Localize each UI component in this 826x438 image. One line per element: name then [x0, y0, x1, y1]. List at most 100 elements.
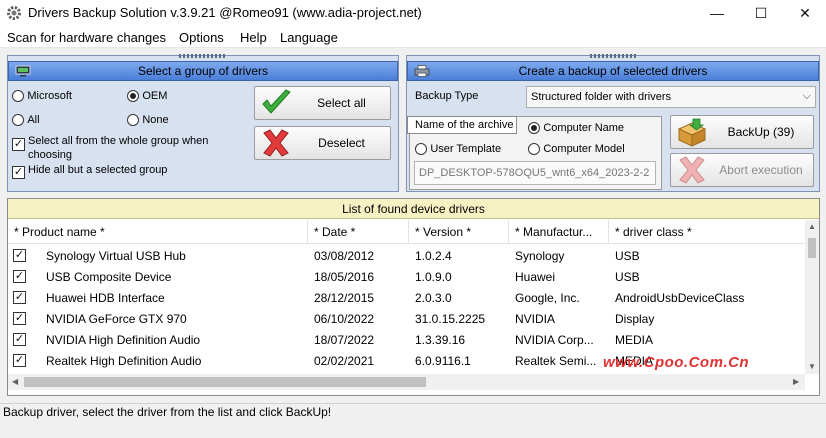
cell-product: Realtek High Definition Audio — [46, 353, 202, 368]
radio-button[interactable] — [127, 113, 139, 126]
row-checkbox[interactable]: ✓ — [13, 270, 26, 283]
driver-list-title-bar: List of found device drivers — [8, 199, 819, 219]
radio-oem[interactable]: OEM — [127, 88, 167, 102]
cell-product: NVIDIA High Definition Audio — [46, 332, 201, 347]
radio-button[interactable] — [528, 121, 540, 134]
row-checkbox[interactable]: ✓ — [13, 312, 26, 325]
cell-class: MEDIA — [615, 332, 654, 347]
cell-product: NVIDIA GeForce GTX 970 — [46, 311, 187, 326]
scroll-up-icon[interactable]: ▲ — [808, 222, 816, 231]
select-group-header: Select a group of drivers — [8, 61, 398, 81]
menu-scan[interactable]: Scan for hardware changes — [7, 30, 166, 45]
archive-name-input[interactable]: DP_DESKTOP-578OQU5_wnt6_x64_2023-2-2 — [414, 161, 656, 185]
radio-none[interactable]: None — [127, 112, 169, 126]
backup-type-value: Structured folder with drivers — [531, 91, 671, 103]
radio-computer-model[interactable]: Computer Model — [528, 141, 625, 155]
radio-microsoft[interactable]: Microsoft — [12, 88, 72, 102]
cell-manufacturer: Realtek Semi... — [515, 353, 597, 368]
cell-product: Huawei HDB Interface — [46, 290, 165, 305]
cell-class: USB — [615, 269, 640, 284]
checkbox[interactable]: ✓ — [12, 166, 25, 179]
radio-button[interactable] — [528, 142, 540, 155]
backup-type-select[interactable]: Structured folder with drivers ⌵ — [526, 86, 816, 108]
menu-help[interactable]: Help — [240, 30, 267, 45]
cell-manufacturer: NVIDIA — [515, 311, 556, 326]
menu-language[interactable]: Language — [280, 30, 338, 45]
vertical-scrollbar[interactable]: ▲ ▼ — [805, 220, 819, 374]
abort-button[interactable]: Abort execution — [670, 153, 814, 187]
menu-bar: Scan for hardware changes Options Help L… — [0, 26, 826, 48]
radio-computer-name-label: Computer Name — [543, 121, 625, 134]
select-all-label: Select all — [317, 96, 366, 110]
cell-version: 1.3.39.16 — [415, 332, 466, 347]
table-row[interactable]: ✓ Huawei HDB Interface 28/12/2015 2.0.3.0 Go… — [8, 287, 805, 308]
column-driver-class[interactable]: * driver class * — [609, 220, 805, 244]
radio-all[interactable]: All — [12, 112, 40, 126]
cell-version: 1.0.2.4 — [415, 248, 452, 263]
window-title: Drivers Backup Solution v.3.9.21 @Romeo9… — [28, 5, 422, 20]
scroll-right-icon[interactable]: ▶ — [793, 377, 799, 386]
checkbox[interactable]: ✓ — [12, 138, 25, 151]
cell-version: 2.0.3.0 — [415, 290, 452, 305]
row-checkbox[interactable]: ✓ — [13, 354, 26, 367]
cell-class: USB — [615, 248, 640, 263]
abort-button-label: Abort execution — [719, 163, 803, 177]
driver-list-title: List of found device drivers — [342, 201, 485, 216]
radio-button[interactable] — [12, 113, 24, 126]
row-checkbox[interactable]: ✓ — [13, 291, 26, 304]
cell-class: AndroidUsbDeviceClass — [615, 290, 745, 305]
checkbox-select-whole-group-label-line2: choosing — [28, 149, 73, 161]
monitor-icon — [15, 65, 31, 77]
cell-date: 18/07/2022 — [314, 332, 375, 347]
chevron-down-icon: ⌵ — [802, 90, 811, 102]
radio-computer-model-label: Computer Model — [543, 142, 625, 155]
table-row[interactable]: ✓ USB Composite Device 18/05/2016 1.0.9.0 Hu… — [8, 266, 805, 287]
scroll-left-icon[interactable]: ◀ — [12, 377, 18, 386]
panel-grip[interactable] — [179, 54, 227, 58]
column-headers: * Product name * * Date * * Version * * … — [8, 220, 805, 244]
cell-product: USB Composite Device — [46, 269, 172, 284]
table-row[interactable]: ✓ Synology Virtual USB Hub 03/08/2012 1.0.2… — [8, 245, 805, 266]
checkbox-select-whole-group[interactable]: ✓ — [12, 136, 25, 151]
select-group-title: Select a group of drivers — [137, 64, 269, 78]
radio-button[interactable] — [415, 142, 427, 155]
backup-button[interactable]: BackUp (39) — [670, 115, 814, 149]
radio-none-label: None — [142, 113, 169, 126]
radio-button[interactable] — [12, 89, 24, 102]
radio-user-template[interactable]: User Template — [415, 141, 501, 155]
column-manufacturer[interactable]: * Manufactur... — [509, 220, 609, 244]
archive-name-tab: Name of the archive — [407, 116, 517, 134]
cell-manufacturer: Huawei — [515, 269, 556, 284]
radio-computer-name[interactable]: Computer Name — [528, 120, 624, 134]
panel-grip[interactable] — [590, 54, 638, 58]
table-row[interactable]: ✓ NVIDIA GeForce GTX 970 06/10/2022 31.0.15… — [8, 308, 805, 329]
checkbox-select-whole-group-label-line1: Select all from the whole group when — [28, 135, 209, 147]
title-bar: Drivers Backup Solution v.3.9.21 @Romeo9… — [0, 0, 826, 26]
column-version[interactable]: * Version * — [409, 220, 509, 244]
backup-type-label: Backup Type — [415, 90, 479, 102]
horizontal-scrollbar[interactable]: ◀ ▶ — [8, 374, 805, 390]
cell-product: Synology Virtual USB Hub — [46, 248, 186, 263]
radio-all-label: All — [27, 113, 40, 126]
menu-options[interactable]: Options — [179, 30, 224, 45]
maximize-button[interactable]: ☐ — [738, 0, 784, 26]
row-checkbox[interactable]: ✓ — [13, 333, 26, 346]
gear-icon — [7, 6, 21, 20]
vertical-scroll-thumb[interactable] — [808, 238, 816, 258]
select-all-button[interactable]: Select all — [254, 86, 391, 120]
cell-manufacturer: NVIDIA Corp... — [515, 332, 594, 347]
box-icon — [677, 118, 707, 147]
deselect-button[interactable]: Deselect — [254, 126, 391, 160]
close-button[interactable]: ✕ — [782, 0, 826, 26]
cell-manufacturer: Google, Inc. — [515, 290, 580, 305]
cell-class: Display — [615, 311, 655, 326]
radio-button[interactable] — [127, 89, 139, 102]
column-date[interactable]: * Date * — [308, 220, 409, 244]
scroll-down-icon[interactable]: ▼ — [808, 362, 816, 371]
minimize-button[interactable]: — — [694, 0, 740, 26]
horizontal-scroll-thumb[interactable] — [24, 377, 426, 387]
checkbox-hide-all-but-selected[interactable]: ✓ — [12, 164, 25, 179]
column-product-name[interactable]: * Product name * — [8, 220, 308, 244]
table-row[interactable]: ✓ NVIDIA High Definition Audio 18/07/2022 1… — [8, 329, 805, 350]
row-checkbox[interactable]: ✓ — [13, 249, 26, 262]
